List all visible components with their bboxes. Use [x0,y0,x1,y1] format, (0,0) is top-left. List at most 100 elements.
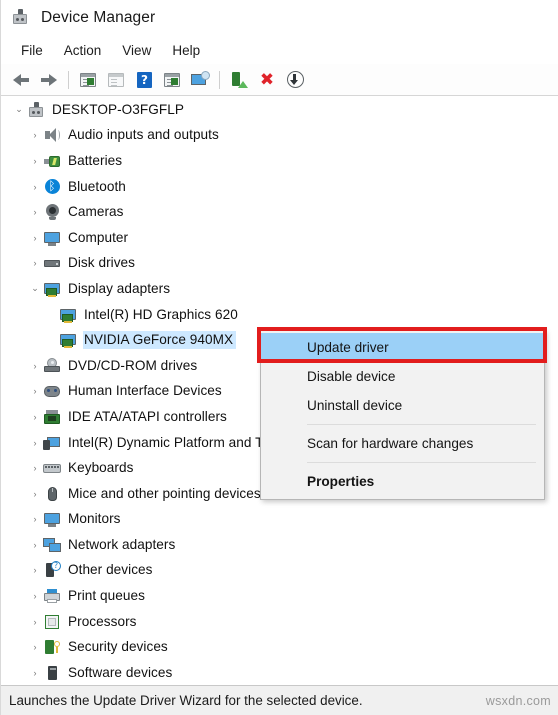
tree-item-label: DVD/CD-ROM drives [68,357,198,373]
chevron-right-icon[interactable]: › [27,255,43,271]
ctx-properties[interactable]: Properties [261,467,544,496]
tree-item-label: Cameras [68,204,124,220]
unknown-device-icon: ? [43,561,61,579]
chevron-right-icon[interactable]: › [27,460,43,476]
tree-root-item[interactable]: ⌄ DESKTOP-O3FGFLP [2,97,558,123]
device-manager-icon [11,8,31,28]
chevron-right-icon[interactable]: › [27,665,43,681]
properties-window-icon[interactable] [74,67,102,93]
chevron-right-icon[interactable]: › [27,179,43,195]
menu-help[interactable]: Help [162,40,211,61]
display-adapter-icon [43,280,61,298]
tree-item-label: Batteries [68,152,123,168]
chevron-right-icon[interactable]: › [27,486,43,502]
context-menu-separator-1 [307,424,536,425]
help-icon[interactable]: ? [130,67,158,93]
tree-item-batteries[interactable]: › Batteries [2,148,558,174]
watermark: wsxdn.com [485,693,551,708]
chevron-right-icon[interactable]: › [27,383,43,399]
tree-item-label: Mice and other pointing devices [68,485,261,501]
chevron-right-icon[interactable]: › [27,562,43,578]
tree-item-software-devices[interactable]: › Software devices [2,660,558,685]
tree-item-label: Human Interface Devices [68,383,222,399]
tree-item-audio[interactable]: › Audio inputs and outputs [2,123,558,149]
chevron-right-icon[interactable]: › [27,358,43,374]
controller-board-icon [43,408,61,426]
menu-bar: File Action View Help [1,36,558,64]
tree-item-label: Display adapters [68,280,171,296]
bluetooth-icon: ᛒ [43,178,61,196]
tree-item-label: IDE ATA/ATAPI controllers [68,408,227,424]
ctx-uninstall-device[interactable]: Uninstall device [261,391,544,420]
camera-icon [43,203,61,221]
chevron-right-icon[interactable]: › [27,435,43,451]
chevron-right-icon[interactable]: › [27,127,43,143]
tree-item-processors[interactable]: › Processors [2,609,558,635]
platform-icon [43,434,61,452]
keyboard-icon [43,459,61,477]
window-title: Device Manager [41,9,156,26]
tree-item-disk-drives[interactable]: › Disk drives [2,251,558,277]
chevron-right-icon[interactable]: › [27,511,43,527]
tree-item-bluetooth[interactable]: › ᛒ Bluetooth [2,174,558,200]
monitor-icon [43,229,61,247]
battery-icon [43,152,61,170]
tree-item-label: Bluetooth [68,178,126,194]
tree-item-label: Keyboards [68,460,134,476]
tree-item-label: Print queues [68,588,145,604]
update-window-icon[interactable] [158,67,186,93]
tree-item-security-devices[interactable]: › Security devices [2,634,558,660]
ctx-scan-hardware[interactable]: Scan for hardware changes [261,429,544,458]
device-manager-window: Device Manager File Action View Help ? ✖… [0,0,558,715]
context-menu[interactable]: Update driver Disable device Uninstall d… [260,330,545,500]
chevron-right-icon[interactable]: › [27,153,43,169]
uninstall-device-icon[interactable]: ✖ [253,67,281,93]
menu-file[interactable]: File [11,40,54,61]
show-hidden-window-icon[interactable] [102,67,130,93]
back-arrow-icon[interactable] [7,67,35,93]
chevron-right-icon[interactable]: › [27,230,43,246]
tree-item-print-queues[interactable]: › Print queues [2,583,558,609]
tree-item-other-devices[interactable]: › ? Other devices [2,558,558,584]
tree-item-cameras[interactable]: › Cameras [2,199,558,225]
toolbar: ? ✖ [1,64,558,96]
menu-view[interactable]: View [112,40,162,61]
context-menu-separator-2 [307,462,536,463]
tree-item-label: Other devices [68,562,153,578]
title-bar: Device Manager [1,0,558,36]
ctx-disable-device[interactable]: Disable device [261,362,544,391]
tree-item-computer[interactable]: › Computer [2,225,558,251]
tree-item-display-adapters[interactable]: ⌄ Display adapters [2,276,558,302]
menu-action[interactable]: Action [54,40,113,61]
monitor-icon [43,510,61,528]
printer-icon [43,587,61,605]
software-device-icon [43,664,61,682]
tree-item-intel-hd-graphics[interactable]: Intel(R) HD Graphics 620 [2,302,558,328]
toolbar-separator-2 [219,70,220,89]
scan-for-hardware-changes-icon[interactable] [186,67,214,93]
network-icon [43,536,61,554]
tree-item-monitors[interactable]: › Monitors [2,507,558,533]
chevron-right-icon[interactable]: › [27,639,43,655]
tree-item-label: Monitors [68,511,121,527]
status-text: Launches the Update Driver Wizard for th… [9,693,363,708]
update-driver-icon[interactable] [225,67,253,93]
chevron-down-icon[interactable]: ⌄ [11,102,27,118]
tree-item-label: Computer [68,229,129,245]
ctx-update-driver[interactable]: Update driver [261,333,544,362]
chevron-right-icon[interactable]: › [27,588,43,604]
chevron-right-icon[interactable]: › [27,537,43,553]
tree-item-label: Disk drives [68,255,136,271]
disable-device-icon[interactable] [281,67,309,93]
chevron-right-icon[interactable]: › [27,614,43,630]
computer-icon [27,101,45,119]
speaker-icon [43,126,61,144]
chevron-right-icon[interactable]: › [27,409,43,425]
tree-item-label-selected: NVIDIA GeForce 940MX [83,331,237,350]
tree-item-network-adapters[interactable]: › Network adapters [2,532,558,558]
chevron-right-icon[interactable]: › [27,204,43,220]
chevron-down-icon[interactable]: ⌄ [27,281,43,297]
tree-item-label: Network adapters [68,536,176,552]
tree-item-label: Processors [68,613,137,629]
forward-arrow-icon[interactable] [35,67,63,93]
